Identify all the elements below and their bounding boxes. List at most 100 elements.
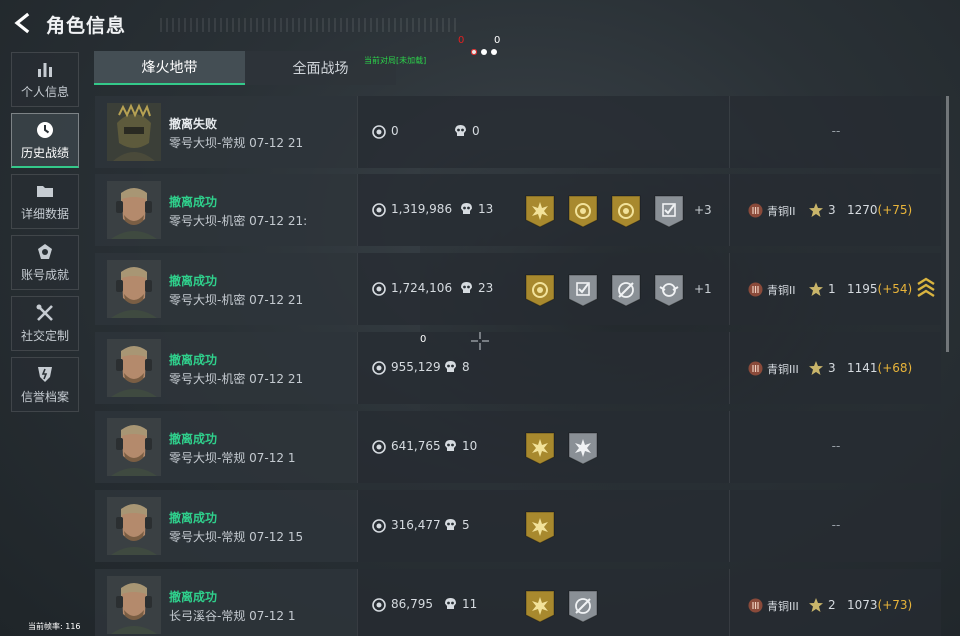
- rank-score: 1073(+73): [847, 598, 912, 612]
- kill-count: 10: [462, 439, 478, 453]
- rank-badge-icon: [748, 361, 763, 376]
- sidebar-item-credit[interactable]: 信誉档案: [11, 357, 79, 412]
- rank-empty: --: [831, 518, 841, 532]
- medal-icon[interactable]: [567, 273, 599, 307]
- rank-empty: --: [831, 124, 841, 138]
- sidebar-item-history[interactable]: 历史战绩: [11, 113, 79, 168]
- rank-name: 青铜II: [767, 205, 796, 218]
- operator-avatar: [107, 576, 161, 634]
- medal-icon[interactable]: [524, 273, 556, 307]
- folder-icon: [37, 186, 53, 197]
- skull-icon: [445, 361, 456, 372]
- star-count: 3: [828, 361, 836, 375]
- extraction-status: 撤离成功: [169, 432, 218, 446]
- debug-center-number: 0: [420, 334, 427, 345]
- more-medals-count[interactable]: +1: [694, 282, 712, 296]
- history-record-row[interactable]: 撤离成功 零号大坝-机密 07-12 21 955,129 8 青铜III 3 1141(+…: [95, 332, 941, 404]
- loot-value: 1,319,986: [391, 202, 453, 216]
- sidebar-item-social[interactable]: 社交定制: [11, 296, 79, 351]
- record-stats-cell: 641,765 10: [357, 411, 729, 483]
- back-arrow-icon[interactable]: [12, 12, 34, 34]
- sidebar-item-label: 详细数据: [20, 207, 69, 221]
- rank-score-value: 1141: [847, 361, 878, 375]
- coin-icon: [372, 598, 386, 612]
- extraction-status: 撤离成功: [169, 195, 218, 209]
- record-stats-cell: 00: [357, 96, 729, 168]
- star-icon: [809, 361, 823, 375]
- medal-icon[interactable]: [653, 273, 685, 307]
- history-record-row[interactable]: 撤离成功 零号大坝-机密 07-12 21: 1,319,986 13 +3 青铜II 3 1…: [95, 174, 941, 246]
- coin-icon: [372, 361, 386, 375]
- skull-icon: [461, 203, 472, 214]
- shield-icon: [38, 367, 52, 382]
- history-record-row[interactable]: 撤离成功 零号大坝-常规 07-12 1 641,765 10 --: [95, 411, 941, 483]
- rank-badge-icon: [748, 282, 763, 297]
- coin-icon: [372, 203, 386, 217]
- medal-icon[interactable]: [524, 194, 556, 228]
- medal-icon[interactable]: [524, 510, 556, 544]
- coin-icon: [372, 125, 386, 139]
- star-count: 1: [828, 282, 836, 296]
- map-and-time: 零号大坝-常规 07-12 15: [169, 530, 304, 544]
- rank-score-value: 1195: [847, 282, 878, 296]
- history-record-row[interactable]: 撤离失败零号大坝-常规 07-12 21 0 0 --: [95, 96, 941, 168]
- operator-avatar: [107, 103, 161, 161]
- operator-avatar: [107, 181, 161, 239]
- skull-icon: [445, 440, 456, 451]
- loot-value: 86,795: [391, 597, 433, 611]
- medal-icon[interactable]: [524, 431, 556, 465]
- record-rank-cell: 青铜II 3 1270(+75): [729, 174, 941, 246]
- extraction-status: 撤离失败: [169, 117, 218, 131]
- rank-score-delta: (+75): [877, 203, 913, 217]
- sidebar-item-profile[interactable]: 个人信息: [11, 52, 79, 107]
- operator-avatar: [107, 339, 161, 397]
- coin-icon: [372, 282, 386, 296]
- tab-warzone[interactable]: 烽火地带: [94, 51, 245, 85]
- record-stats-cell: 1,319,986 13 +3: [357, 174, 729, 246]
- coin-icon: [372, 440, 386, 454]
- medal-icon[interactable]: [567, 431, 599, 465]
- skull-icon: [445, 598, 456, 609]
- kill-count: 23: [478, 281, 494, 295]
- crosshair-icon: [471, 332, 489, 350]
- history-record-row[interactable]: 撤离成功 长弓溪谷-常规 07-12 1 86,795 11 青铜III 2 1073(+7…: [95, 569, 941, 636]
- mode-tabs: 烽火地带 全面战场: [94, 51, 396, 85]
- rank-score: 1195(+54): [847, 282, 912, 296]
- medal-icon[interactable]: [567, 589, 599, 623]
- medal-icon[interactable]: [610, 273, 642, 307]
- record-rank-cell: --: [729, 411, 941, 483]
- page-title: 角色信息: [46, 15, 127, 37]
- debug-red-number: 0: [458, 35, 465, 46]
- extraction-status: 撤离成功: [169, 274, 218, 288]
- sidebar-item-label: 个人信息: [20, 85, 69, 99]
- history-record-row[interactable]: 撤离成功 零号大坝-常规 07-12 15 316,477 5 --: [95, 490, 941, 562]
- operator-avatar: [107, 418, 161, 476]
- kill-count: 5: [462, 518, 470, 532]
- scrollbar[interactable]: [946, 96, 949, 352]
- map-and-time: 零号大坝-机密 07-12 21: [169, 293, 304, 307]
- record-rank-cell: 青铜III 2 1073(+73): [729, 569, 941, 636]
- rank-name: 青铜III: [767, 600, 799, 613]
- rank-name: 青铜II: [767, 284, 796, 297]
- map-and-time: 零号大坝-常规 07-12 21: [169, 136, 304, 150]
- medal-icon[interactable]: [567, 194, 599, 228]
- debug-match-text: 当前对局[未加载]: [364, 56, 427, 65]
- sidebar-item-label: 信誉档案: [20, 390, 69, 404]
- medal-icon[interactable]: [610, 194, 642, 228]
- skull-icon: [461, 282, 472, 293]
- map-and-time: 长弓溪谷-常规 07-12 1: [169, 609, 296, 623]
- skull-icon: [445, 519, 456, 530]
- loot-value: 1,724,106: [391, 281, 453, 295]
- star-icon: [809, 203, 823, 217]
- history-record-row[interactable]: 撤离成功零号大坝-机密 07-12 21 1,724,106 23 +1 青铜II 1 11…: [95, 253, 941, 325]
- record-operator-cell: 撤离成功 零号大坝-机密 07-12 21: [95, 332, 357, 404]
- sidebar-item-achievements[interactable]: 账号成就: [11, 235, 79, 290]
- sidebar-item-details[interactable]: 详细数据: [11, 174, 79, 229]
- page-dot: [481, 49, 487, 55]
- star-count: 3: [828, 203, 836, 217]
- page-dots: [471, 49, 497, 55]
- medal-icon[interactable]: [524, 589, 556, 623]
- rank-empty: --: [831, 439, 841, 453]
- more-medals-count[interactable]: +3: [694, 203, 712, 217]
- medal-icon[interactable]: [653, 194, 685, 228]
